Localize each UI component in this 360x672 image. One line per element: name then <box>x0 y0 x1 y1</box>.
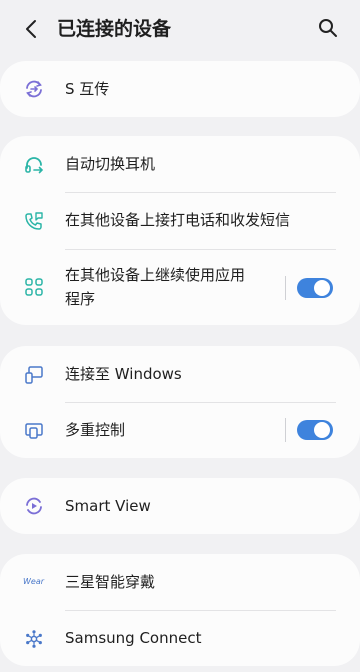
s-transfer-row[interactable]: S 互传 <box>0 61 360 117</box>
samsung-connect-row[interactable]: Samsung Connect <box>0 611 360 666</box>
link-to-windows-label: 连接至 Windows <box>65 365 182 383</box>
phone-message-icon <box>25 212 43 230</box>
multi-control-label: 多重控制 <box>65 421 126 439</box>
multi-control-icon <box>25 423 43 439</box>
link-to-windows-icon <box>25 366 43 384</box>
calls-texts-label: 在其他设备上接打电话和收发短信 <box>65 211 291 229</box>
continue-apps-row[interactable]: 在其他设备上继续使用应用 程序 <box>0 250 360 325</box>
samsung-connect-icon <box>26 630 42 648</box>
auto-switch-label: 自动切换耳机 <box>65 155 156 173</box>
wear-logo-icon: Wear <box>23 577 45 586</box>
s-transfer-label: S 互传 <box>65 80 110 98</box>
apps-grid-icon <box>25 278 43 296</box>
multi-control-row[interactable]: 多重控制 <box>0 403 360 458</box>
toggle-separator <box>285 418 286 442</box>
s-transfer-icon <box>26 80 42 98</box>
smart-view-row[interactable]: Smart View <box>0 478 360 534</box>
continue-apps-toggle[interactable] <box>297 278 333 298</box>
continue-apps-label-line2: 程序 <box>65 290 96 308</box>
toggle-knob <box>314 280 330 296</box>
continue-apps-label-line1: 在其他设备上继续使用应用 <box>65 266 246 284</box>
smart-view-icon <box>26 497 42 515</box>
headphone-switch-icon <box>25 157 44 174</box>
search-button[interactable] <box>316 16 340 40</box>
app-header: 已连接的设备 <box>0 0 360 58</box>
card-s-transfer: S 互传 <box>0 61 360 117</box>
samsung-connect-label: Samsung Connect <box>65 629 202 647</box>
toggle-knob <box>314 422 330 438</box>
link-to-windows-row[interactable]: 连接至 Windows <box>0 346 360 402</box>
card-continuity: 自动切换耳机 在其他设备上接打电话和收发短信 在其他设备上继续使用应用 程序 <box>0 136 360 325</box>
card-windows: 连接至 Windows 多重控制 <box>0 346 360 458</box>
wearables-row[interactable]: Wear 三星智能穿戴 <box>0 554 360 610</box>
smart-view-label: Smart View <box>65 497 151 515</box>
wearables-label: 三星智能穿戴 <box>65 573 156 591</box>
multi-control-toggle[interactable] <box>297 420 333 440</box>
page-title: 已连接的设备 <box>57 18 172 40</box>
auto-switch-row[interactable]: 自动切换耳机 <box>0 136 360 192</box>
back-arrow-icon <box>26 20 36 38</box>
card-smart-view: Smart View <box>0 478 360 534</box>
back-button[interactable] <box>20 17 44 41</box>
calls-texts-row[interactable]: 在其他设备上接打电话和收发短信 <box>0 193 360 249</box>
search-icon <box>319 19 337 37</box>
toggle-separator <box>285 276 286 300</box>
card-wearables: Wear 三星智能穿戴 Samsung Connect <box>0 554 360 666</box>
